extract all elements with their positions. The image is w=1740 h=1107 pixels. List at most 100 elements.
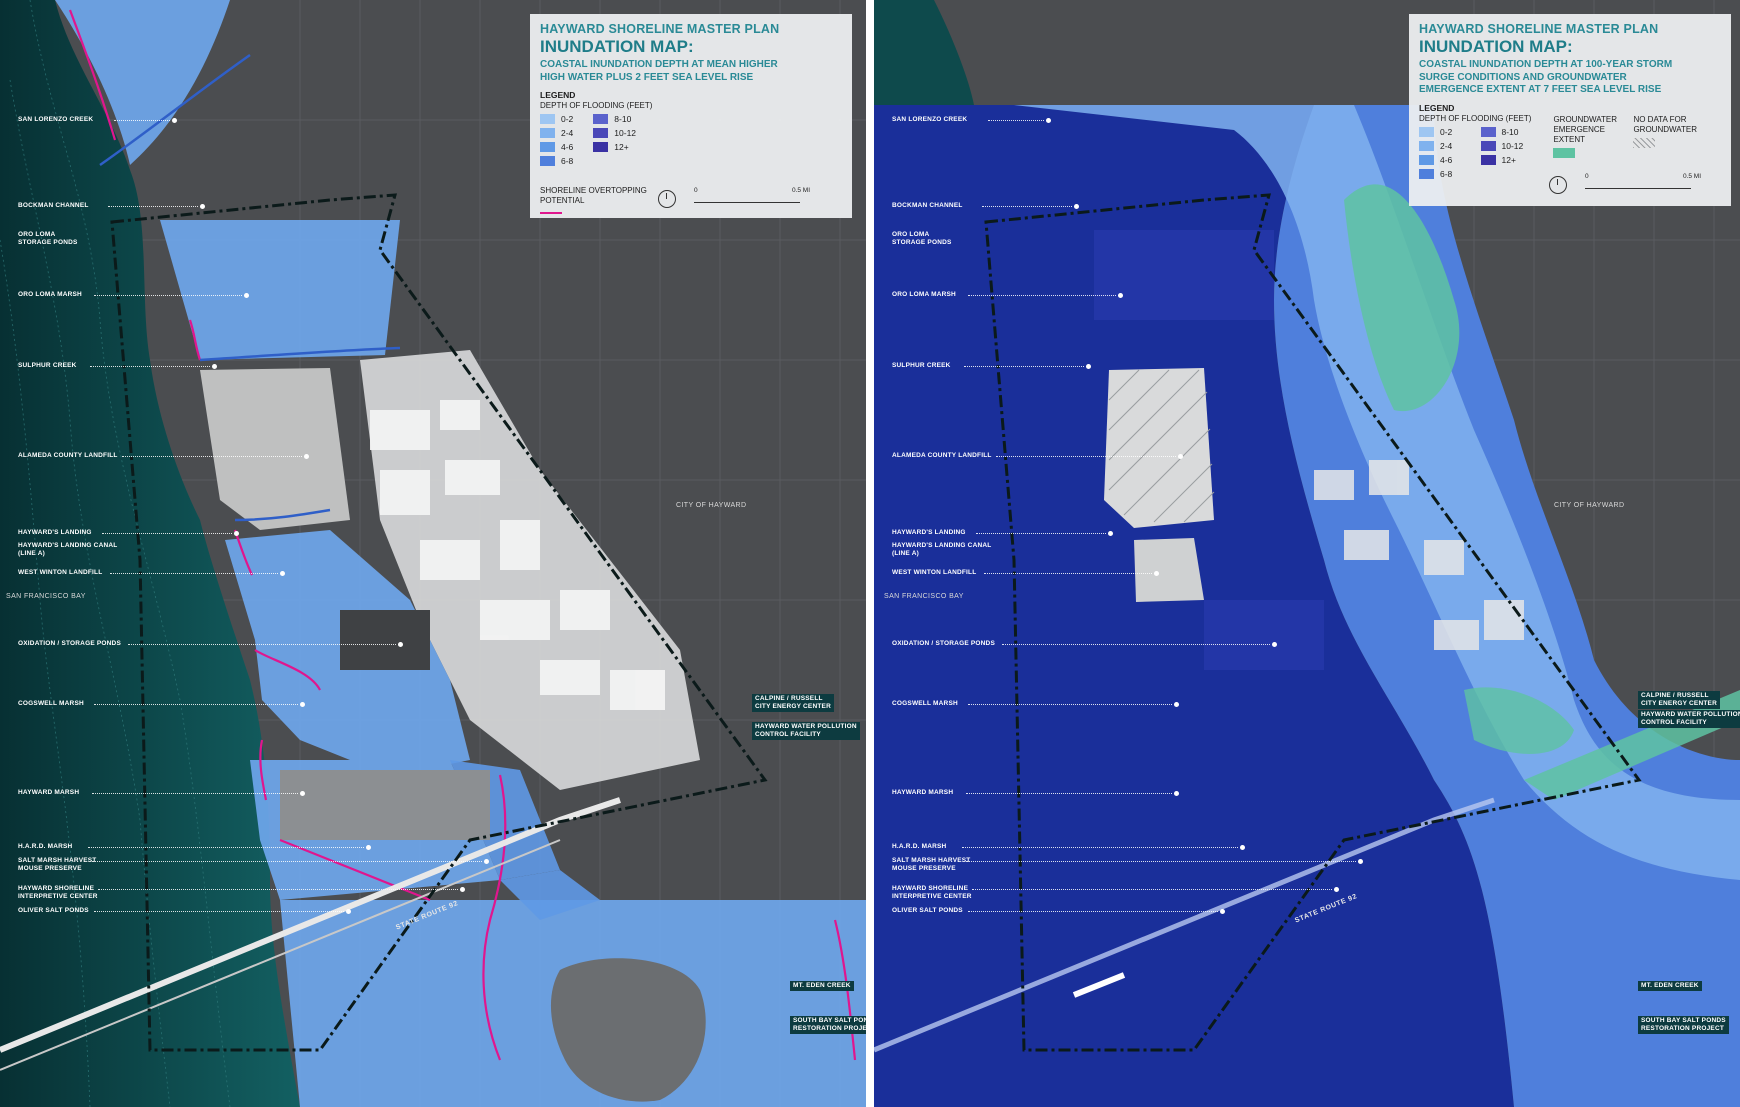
legend-swatch-item: 12+ [1480, 154, 1532, 165]
legend-swatch-item: 2-4 [540, 128, 573, 138]
color-swatch [593, 142, 609, 152]
color-swatch [1419, 126, 1434, 137]
color-swatch [1419, 154, 1434, 165]
color-swatch [593, 114, 609, 124]
legend-swatch-item: 4-6 [540, 142, 573, 152]
scale-bar-right: 0 0.5 MI [1549, 173, 1701, 194]
north-arrow-icon [1549, 176, 1567, 194]
label-haywards-landing: HAYWARD'S LANDING [892, 529, 1113, 537]
color-swatch [1419, 168, 1434, 179]
label-interpretive-center: HAYWARD SHORELINE INTERPRETIVE CENTER [892, 885, 1339, 901]
color-swatch [540, 142, 555, 152]
legend-kicker: HAYWARD SHORELINE MASTER PLAN [540, 22, 780, 36]
legend-heading: LEGEND [540, 90, 576, 100]
label-oro-loma-marsh: ORO LOMA MARSH [18, 291, 249, 299]
swatch-label: 6-8 [561, 156, 574, 166]
swatch-label: 12+ [1501, 154, 1516, 165]
legend-no-data: NO DATA FOR GROUNDWATER [1633, 115, 1703, 179]
label-hard-marsh: H.A.R.D. MARSH [892, 843, 1245, 851]
label-alameda-county-landfill: ALAMEDA COUNTY LANDFILL [892, 452, 1183, 460]
label-salt-marsh-harvest: SALT MARSH HARVEST MOUSE PRESERVE [18, 857, 489, 873]
swatch-label: 2-4 [561, 128, 574, 138]
label-calpine-russell: CALPINE / RUSSELL CITY ENERGY CENTER [1638, 691, 1720, 709]
label-cogswell-marsh: COGSWELL MARSH [18, 700, 305, 708]
label-mt-eden-creek: MT. EDEN CREEK [1638, 981, 1702, 991]
label-haywards-landing: HAYWARD'S LANDING [18, 529, 239, 537]
legend-kicker: HAYWARD SHORELINE MASTER PLAN [1419, 22, 1659, 36]
label-bockman-channel: BOCKMAN CHANNEL [18, 202, 205, 210]
legend-row: 0-2 8-10 2-4 10-12 4-6 12+ 6-8 [540, 110, 842, 166]
route-label: STATE ROUTE 92 [1294, 893, 1359, 925]
legend-swatch-item: 8-10 [593, 114, 636, 124]
overtopping-line-swatch [540, 212, 562, 214]
label-water-pollution-control: HAYWARD WATER POLLUTION CONTROL FACILITY [752, 722, 860, 740]
swatch-label: 6-8 [1440, 168, 1453, 179]
swatch-label: 10-12 [614, 128, 637, 138]
color-swatch [1419, 140, 1434, 151]
scale-bar: 0 0.5 MI [1585, 173, 1701, 189]
legend-swatch-item: 10-12 [593, 128, 636, 138]
legend-overtopping: SHORELINE OVERTOPPING POTENTIAL [540, 186, 647, 214]
legend-swatch-item: 4-6 [1419, 154, 1461, 165]
legend-groundwater: GROUNDWATER EMERGENCE EXTENT [1553, 115, 1623, 179]
legend-swatch-item: 0-2 [540, 114, 573, 124]
legend-swatches: 0-2 8-10 2-4 10-12 4-6 12+ 6-8 [540, 114, 636, 166]
legend-swatch-item: 2-4 [1419, 140, 1461, 151]
label-san-lorenzo-creek: SAN LORENZO CREEK [18, 116, 177, 124]
label-oliver-salt-ponds: OLIVER SALT PONDS [18, 907, 351, 915]
legend-subtitle: COASTAL INUNDATION DEPTH AT 100-YEAR STO… [1419, 59, 1673, 95]
route-label: STATE ROUTE 92 [395, 900, 460, 932]
label-san-lorenzo-creek: SAN LORENZO CREEK [892, 116, 1051, 124]
city-label: CITY OF HAYWARD [676, 502, 747, 509]
legend-swatches: 0-2 8-10 2-4 10-12 4-6 12+ 6-8 [1419, 126, 1532, 179]
label-haywards-landing-canal: HAYWARD'S LANDING CANAL (LINE A) [18, 542, 118, 557]
swatch-label: 8-10 [614, 114, 632, 124]
legend-heading: LEGEND [1419, 102, 1455, 113]
label-alameda-county-landfill: ALAMEDA COUNTY LANDFILL [18, 452, 309, 460]
label-west-winton-landfill: WEST WINTON LANDFILL [18, 569, 285, 577]
swatch-label: 10-12 [1501, 140, 1524, 151]
label-salt-marsh-harvest: SALT MARSH HARVEST MOUSE PRESERVE [892, 857, 1363, 873]
map-panel-right: SAN LORENZO CREEK BOCKMAN CHANNEL ORO LO… [874, 0, 1740, 1107]
swatch-label: 8-10 [1501, 126, 1519, 137]
label-cogswell-marsh: COGSWELL MARSH [892, 700, 1179, 708]
label-sulphur-creek: SULPHUR CREEK [892, 362, 1091, 370]
scale-bar: 0 0.5 MI [694, 187, 810, 203]
label-oro-loma-storage: ORO LOMA STORAGE PONDS [892, 231, 952, 246]
label-south-bay-salt-ponds: SOUTH BAY SALT PONDSRESTORATION PROJECT [1638, 1016, 1729, 1034]
swatch-label: 2-4 [1440, 140, 1453, 151]
label-oxidation-ponds: OXIDATION / STORAGE PONDS [892, 640, 1277, 648]
color-swatch [540, 156, 555, 166]
label-haywards-landing-canal: HAYWARD'S LANDING CANAL (LINE A) [892, 542, 992, 557]
label-water-pollution-control: HAYWARD WATER POLLUTION CONTROL FACILITY [1638, 710, 1740, 728]
label-calpine-russell: CALPINE / RUSSELL CITY ENERGY CENTER [752, 694, 834, 712]
color-swatch [540, 114, 555, 124]
legend-subtitle: COASTAL INUNDATION DEPTH AT MEAN HIGHER H… [540, 59, 778, 83]
map-panel-left: SAN LORENZO CREEK BOCKMAN CHANNEL ORO LO… [0, 0, 866, 1107]
label-west-winton-landfill: WEST WINTON LANDFILL [892, 569, 1159, 577]
legend-swatch-item: 6-8 [1419, 168, 1461, 179]
legend-title: INUNDATION MAP: [1419, 37, 1573, 56]
legend-swatch-item: 10-12 [1480, 140, 1532, 151]
legend-swatch-item: 12+ [593, 142, 636, 152]
city-label: CITY OF HAYWARD [1554, 502, 1625, 509]
legend-swatch-item: 8-10 [1480, 126, 1532, 137]
legend-depth-heading: DEPTH OF FLOODING (FEET) [1419, 113, 1532, 123]
label-oxidation-ponds: OXIDATION / STORAGE PONDS [18, 640, 403, 648]
swatch-label: 4-6 [561, 142, 574, 152]
color-swatch [540, 128, 555, 138]
label-bockman-channel: BOCKMAN CHANNEL [892, 202, 1079, 210]
label-oro-loma-storage: ORO LOMA STORAGE PONDS [18, 231, 78, 246]
label-oliver-salt-ponds: OLIVER SALT PONDS [892, 907, 1225, 915]
legend-swatch-item: 0-2 [1419, 126, 1461, 137]
legend-row: LEGEND DEPTH OF FLOODING (FEET) 0-2 8-10 2… [1419, 97, 1721, 179]
north-arrow-icon [658, 190, 676, 208]
groundwater-swatch [1553, 147, 1576, 158]
label-sulphur-creek: SULPHUR CREEK [18, 362, 217, 370]
label-hard-marsh: H.A.R.D. MARSH [18, 843, 371, 851]
color-swatch [1480, 126, 1496, 137]
label-mt-eden-creek: MT. EDEN CREEK [790, 981, 854, 991]
legend-swatch-item: 6-8 [540, 156, 573, 166]
swatch-label: 0-2 [561, 114, 574, 124]
legend-depth-heading: DEPTH OF FLOODING (FEET) [540, 101, 653, 110]
